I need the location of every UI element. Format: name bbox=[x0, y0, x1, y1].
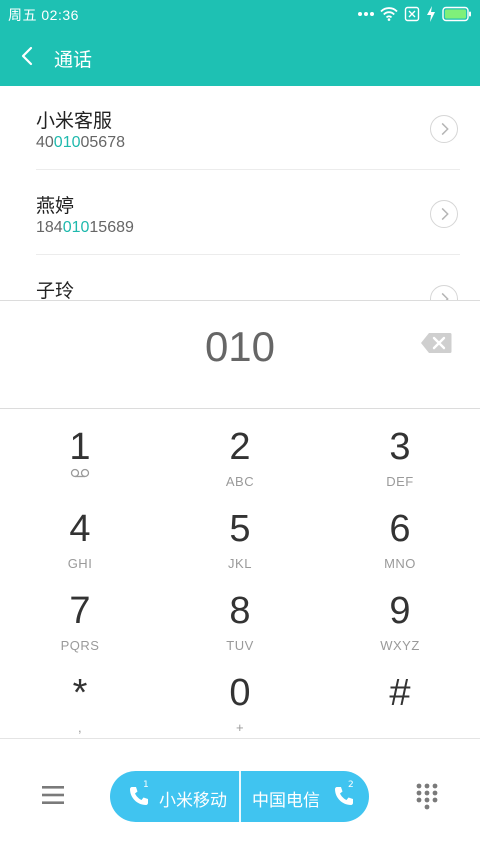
number-match: 010 bbox=[62, 219, 90, 236]
sim-missing-icon bbox=[404, 6, 420, 22]
key-digit: 5 bbox=[229, 508, 251, 550]
dialed-number[interactable]: 010 bbox=[0, 323, 480, 371]
key-letters: , bbox=[77, 720, 83, 735]
chevron-right-icon[interactable] bbox=[430, 115, 458, 143]
key-letters: GHI bbox=[67, 556, 93, 571]
sim2-label: 中国电信 bbox=[252, 791, 320, 811]
bottom-action-bar: 1 小米移动 中国电信 2 bbox=[0, 738, 480, 853]
key-letters: DEF bbox=[386, 474, 414, 489]
key-digit: 0 bbox=[229, 672, 251, 714]
number-suffix: 05678 bbox=[80, 134, 126, 151]
charging-icon bbox=[427, 6, 435, 22]
key-9[interactable]: 9 WXYZ bbox=[320, 582, 480, 664]
status-time: 周五 02:36 bbox=[8, 7, 79, 23]
key-digit: 3 bbox=[389, 426, 411, 468]
back-icon[interactable] bbox=[16, 44, 40, 68]
key-letters: JKL bbox=[228, 556, 252, 571]
dialpad-icon[interactable] bbox=[416, 783, 438, 811]
page-title: 通话 bbox=[54, 49, 93, 71]
voicemail-icon bbox=[70, 468, 90, 478]
battery-icon bbox=[442, 6, 471, 22]
key-digit: * bbox=[72, 672, 88, 714]
key-digit: 8 bbox=[229, 590, 251, 632]
status-bar: 周五 02:36 bbox=[0, 0, 480, 28]
call-sim2-button[interactable]: 中国电信 2 bbox=[241, 771, 369, 822]
title-bar: 通话 bbox=[0, 28, 480, 86]
key-digit: 7 bbox=[69, 590, 91, 632]
dual-sim-call-button: 1 小米移动 中国电信 2 bbox=[110, 771, 369, 822]
dial-input-area: 010 bbox=[0, 300, 480, 409]
key-1[interactable]: 1 bbox=[0, 418, 160, 500]
key-5[interactable]: 5 JKL bbox=[160, 500, 320, 582]
key-digit: 2 bbox=[229, 426, 251, 468]
key-letters: ABC bbox=[225, 474, 255, 489]
contact-result-row[interactable]: 子玲 bbox=[0, 256, 480, 300]
number-prefix: 184 bbox=[36, 219, 63, 236]
number-suffix: 15689 bbox=[89, 219, 134, 236]
key-letters: WXYZ bbox=[380, 638, 420, 653]
sim1-label: 小米移动 bbox=[159, 791, 227, 811]
number-match: 010 bbox=[53, 134, 81, 151]
wifi-icon bbox=[380, 7, 398, 21]
key-letters: + bbox=[235, 720, 245, 735]
key-digit: # bbox=[389, 672, 411, 714]
contact-result-row[interactable]: 燕婷 18401015689 bbox=[0, 171, 480, 255]
contact-name: 燕婷 bbox=[36, 195, 75, 217]
contact-name: 子玲 bbox=[36, 280, 75, 300]
number-prefix: 40 bbox=[36, 134, 54, 151]
row-divider bbox=[36, 254, 460, 255]
sim2-index: 2 bbox=[348, 780, 354, 790]
chevron-right-icon[interactable] bbox=[430, 200, 458, 228]
key-letters: TUV bbox=[226, 638, 254, 653]
key-hash[interactable]: # bbox=[320, 664, 480, 746]
key-letters: PQRS bbox=[60, 638, 100, 653]
key-6[interactable]: 6 MNO bbox=[320, 500, 480, 582]
key-4[interactable]: 4 GHI bbox=[0, 500, 160, 582]
key-0[interactable]: 0 + bbox=[160, 664, 320, 746]
key-letters: MNO bbox=[384, 556, 416, 571]
key-digit: 4 bbox=[69, 508, 91, 550]
status-icons bbox=[358, 6, 472, 22]
key-2[interactable]: 2 ABC bbox=[160, 418, 320, 500]
backspace-icon[interactable] bbox=[420, 332, 452, 354]
sim1-index: 1 bbox=[143, 780, 149, 790]
chevron-right-icon[interactable] bbox=[430, 285, 458, 300]
contact-result-row[interactable]: 小米客服 4001005678 bbox=[0, 86, 480, 170]
key-7[interactable]: 7 PQRS bbox=[0, 582, 160, 664]
contact-name: 小米客服 bbox=[36, 110, 113, 132]
menu-icon[interactable] bbox=[42, 785, 64, 805]
row-divider bbox=[36, 169, 460, 170]
key-3[interactable]: 3 DEF bbox=[320, 418, 480, 500]
more-dots-icon bbox=[358, 12, 374, 16]
call-sim1-button[interactable]: 1 小米移动 bbox=[110, 771, 239, 822]
key-star[interactable]: * , bbox=[0, 664, 160, 746]
contact-number: 18401015689 bbox=[36, 219, 134, 237]
key-digit: 1 bbox=[69, 426, 91, 468]
key-digit: 6 bbox=[389, 508, 411, 550]
key-digit: 9 bbox=[389, 590, 411, 632]
key-8[interactable]: 8 TUV bbox=[160, 582, 320, 664]
contact-results-list: 小米客服 4001005678 燕婷 18401015689 子玲 bbox=[0, 86, 480, 300]
contact-number: 4001005678 bbox=[36, 134, 125, 152]
